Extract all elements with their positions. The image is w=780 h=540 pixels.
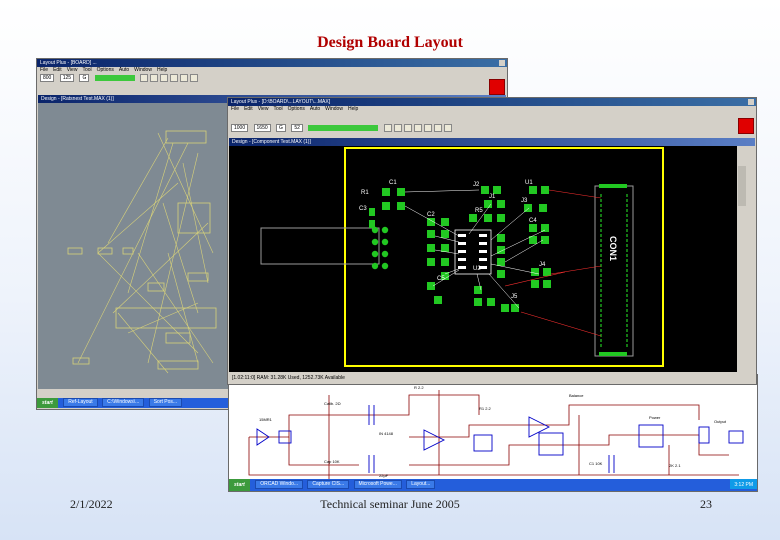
red-layer-button[interactable] — [489, 79, 505, 95]
menu-file[interactable]: File — [231, 106, 239, 112]
taskbar-clock: 3:12 PM — [730, 479, 757, 489]
pcb-canvas[interactable]: CON1 C1 R1 C3 J2 J1 U1 J3 R5 C4 C2 J4 C5… — [229, 146, 747, 372]
menu-file[interactable]: File — [40, 67, 48, 73]
tool-icon[interactable] — [393, 124, 402, 132]
component-label: C5 — [437, 276, 445, 282]
schematic-label: 15MR1 — [259, 417, 273, 422]
coord-y-field[interactable]: 1650 — [253, 124, 271, 132]
menu-view[interactable]: View — [67, 67, 78, 73]
tool-icon[interactable] — [180, 74, 189, 82]
taskbar-item[interactable]: Ref-Layout — [63, 398, 98, 408]
coord-x-field[interactable]: 800 — [40, 74, 55, 82]
component-label: C1 — [389, 180, 397, 186]
schematic-label: Output — [714, 419, 727, 424]
schematic-label: 22µF — [379, 473, 389, 478]
component-label: R5 — [475, 208, 483, 214]
status-bar: [1.02:11:0] RAM: 31.28K Used, 1252.73K A… — [229, 373, 755, 383]
menu-help[interactable]: Help — [348, 106, 358, 112]
taskbar-item[interactable]: Sort Pos... — [148, 398, 183, 408]
schematic-canvas[interactable]: 15MR1 Calib. 2Ω R 2.2 IN 4148 Cap 10K R1… — [229, 375, 757, 479]
back-menu-bar: File Edit View Tool Options Auto Window Help — [37, 67, 507, 74]
taskbar-item[interactable]: ORCAD Windo... — [255, 480, 304, 490]
footer-center: Technical seminar June 2005 — [320, 497, 460, 511]
tool-icon[interactable] — [160, 74, 169, 82]
menu-options[interactable]: Options — [97, 67, 114, 73]
taskbar-item[interactable]: Microsoft Powe... — [353, 480, 402, 490]
layer-select[interactable] — [94, 75, 135, 81]
tool-icon[interactable] — [150, 74, 159, 82]
close-icon[interactable] — [499, 60, 505, 66]
menu-window[interactable]: Window — [325, 106, 343, 112]
tool-icon[interactable] — [423, 124, 432, 132]
menu-window[interactable]: Window — [134, 67, 152, 73]
front-layout-window: Layout Plus - [D:\BOARD\...LAYOUT\...MAX… — [227, 97, 757, 385]
schematic-label: Balance — [569, 393, 584, 398]
coord-y-field[interactable]: 125 — [59, 74, 75, 82]
menu-view[interactable]: View — [258, 106, 269, 112]
tool-icon[interactable] — [433, 124, 442, 132]
schematic-label: Cap 10K — [324, 459, 340, 464]
menu-tool[interactable]: Tool — [82, 67, 91, 73]
back-window-title: Layout Plus - [BOARD] ... — [40, 60, 97, 66]
menu-help[interactable]: Help — [157, 67, 167, 73]
schematic-label: R1 2.2 — [479, 406, 492, 411]
component-label: J2 — [473, 182, 480, 188]
front-design-title: Design - [Component Test.MAX (1)] — [232, 139, 311, 145]
tool-icon[interactable] — [383, 124, 392, 132]
coord-x-field[interactable]: 1000 — [231, 124, 249, 132]
tool-icon[interactable] — [190, 74, 199, 82]
menu-edit[interactable]: Edit — [53, 67, 62, 73]
component-label: C3 — [359, 206, 367, 212]
menu-options[interactable]: Options — [288, 106, 305, 112]
schematic-label: R 2.2 — [414, 385, 424, 390]
front-menu-bar: File Edit View Tool Options Auto Window Help — [228, 106, 756, 113]
taskbar-item[interactable]: Capture CIS... — [307, 480, 350, 490]
menu-tool[interactable]: Tool — [273, 106, 282, 112]
component-label: C2 — [427, 212, 435, 218]
back-toolbar: 800 125 G — [37, 74, 507, 83]
taskbar-item[interactable]: C:\Windows\... — [102, 398, 145, 408]
front-toolbar: 1000 1650 G 52 — [228, 124, 756, 133]
component-label: J4 — [539, 262, 546, 268]
front-design-titlebar: Design - [Component Test.MAX (1)] — [229, 138, 755, 146]
menu-auto[interactable]: Auto — [310, 106, 320, 112]
page-number: 23 — [700, 497, 712, 511]
back-window-titlebar: Layout Plus - [BOARD] ... — [37, 59, 507, 67]
grid-field[interactable]: G — [276, 124, 286, 132]
schematic-label: Power — [649, 415, 661, 420]
component-label: J3 — [521, 198, 528, 204]
schematic-label: C1 10K — [589, 461, 603, 466]
tool-icon[interactable] — [170, 74, 179, 82]
back-design-title: Design - [Ratsnest Test.MAX (1)] — [41, 96, 114, 102]
component-label: R1 — [361, 190, 369, 196]
component-label: C4 — [529, 218, 537, 224]
front-window-titlebar: Layout Plus - [D:\BOARD\...LAYOUT\...MAX… — [228, 98, 756, 106]
start-button[interactable]: start — [229, 479, 250, 491]
taskbar-item[interactable]: Layout... — [406, 480, 436, 490]
menu-edit[interactable]: Edit — [244, 106, 253, 112]
slide-title: Design Board Layout — [317, 34, 463, 51]
front-window-title: Layout Plus - [D:\BOARD\...LAYOUT\...MAX… — [231, 99, 331, 105]
close-icon[interactable] — [748, 99, 754, 105]
schematic-label: 2K 2.1 — [669, 463, 681, 468]
layer-number-field[interactable]: 52 — [291, 124, 303, 132]
tool-icon[interactable] — [413, 124, 422, 132]
component-label: U1 — [525, 180, 533, 186]
tool-icon[interactable] — [140, 74, 149, 82]
schematic-taskbar: start ORCAD Windo... Capture CIS... Micr… — [229, 479, 757, 491]
start-button[interactable]: start — [37, 398, 58, 408]
layer-select[interactable] — [308, 125, 379, 131]
tool-icon[interactable] — [403, 124, 412, 132]
connector-label: CON1 — [608, 236, 618, 261]
schematic-label: Calib. 2Ω — [324, 401, 341, 406]
grid-field[interactable]: G — [79, 74, 90, 82]
schematic-window: 15MR1 Calib. 2Ω R 2.2 IN 4148 Cap 10K R1… — [228, 374, 758, 492]
component-label: J5 — [511, 294, 518, 300]
menu-auto[interactable]: Auto — [119, 67, 129, 73]
red-layer-button[interactable] — [738, 118, 754, 134]
tool-icon[interactable] — [443, 124, 452, 132]
component-label: J1 — [489, 194, 496, 200]
schematic-label: IN 4148 — [379, 431, 394, 436]
component-label: U2 — [473, 266, 481, 272]
